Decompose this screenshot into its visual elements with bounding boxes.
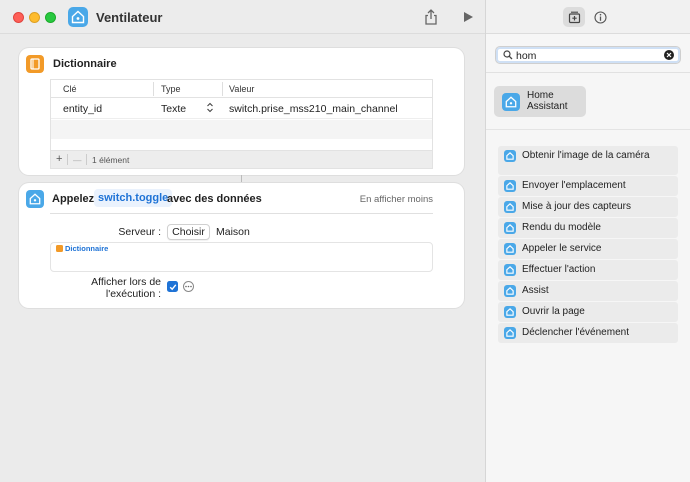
shortcuts-window: Ventilateur Dictionnaire Clé Type Valeur <box>0 0 690 482</box>
home-assistant-icon <box>504 150 516 162</box>
minimize-window-button[interactable] <box>29 12 40 23</box>
action-label: Rendu du modèle <box>522 222 601 233</box>
type-popup-chevron-icon[interactable] <box>206 102 214 116</box>
divider <box>486 129 690 130</box>
dictionary-variable-token[interactable]: Dictionnaire <box>56 244 108 253</box>
dictionary-mini-icon <box>56 245 63 252</box>
action-label: Envoyer l'emplacement <box>522 180 626 191</box>
app-label: Home Assistant <box>527 90 568 112</box>
dictionary-table: Clé Type Valeur entity_id Texte switch.p… <box>50 79 433 169</box>
show-when-run-label-line1: Afficher lors de <box>91 276 161 288</box>
footer-divider <box>86 154 87 165</box>
remove-row-button[interactable]: — <box>73 155 82 165</box>
home-assistant-icon <box>504 327 516 339</box>
more-options-icon[interactable] <box>183 281 194 292</box>
divider <box>50 213 433 214</box>
call-service-action-card[interactable]: Appelez switch.toggle avec des données E… <box>19 183 464 308</box>
dictionary-icon <box>26 55 44 73</box>
shortcut-title[interactable]: Ventilateur <box>96 10 162 25</box>
table-row[interactable]: entity_id Texte switch.prise_mss210_main… <box>51 99 432 119</box>
home-assistant-icon <box>26 190 44 208</box>
show-less-button[interactable]: En afficher moins <box>360 194 433 205</box>
show-when-run-label: Afficher lors de l'exécution : <box>69 276 161 300</box>
action-label: Appeler le service <box>522 243 602 254</box>
action-library-tab-icon[interactable] <box>563 7 585 27</box>
list-item[interactable]: Envoyer l'emplacement <box>498 176 678 196</box>
action-label: Assist <box>522 285 549 296</box>
search-input[interactable]: hom <box>516 50 536 62</box>
app-home-assistant[interactable]: Home Assistant <box>494 86 586 117</box>
add-row-button[interactable]: + <box>56 153 62 165</box>
call-prefix: Appelez <box>52 193 95 205</box>
footer-divider <box>67 154 68 165</box>
clear-search-icon[interactable] <box>664 50 674 60</box>
column-divider <box>222 82 223 96</box>
divider <box>486 72 690 73</box>
zoom-window-button[interactable] <box>45 12 56 23</box>
home-assistant-icon <box>504 264 516 276</box>
home-assistant-icon <box>504 180 516 192</box>
info-icon[interactable] <box>589 7 611 27</box>
action-list: Obtenir l'image de la caméra Envoyer l'e… <box>498 146 678 344</box>
show-when-run-label-line2: l'exécution : <box>105 288 161 300</box>
call-suffix: avec des données <box>167 193 262 205</box>
table-header: Clé Type Valeur <box>51 80 432 98</box>
server-label: Serveur : <box>118 226 161 238</box>
action-connector <box>241 175 242 183</box>
run-play-icon[interactable] <box>459 8 477 26</box>
list-item[interactable]: Appeler le service <box>498 239 678 259</box>
dictionary-variable-label: Dictionnaire <box>65 244 109 253</box>
column-header-value: Valeur <box>229 84 255 94</box>
action-label: Ouvrir la page <box>522 306 585 317</box>
list-item[interactable]: Mise à jour des capteurs <box>498 197 678 217</box>
service-token[interactable]: switch.toggle <box>94 189 173 207</box>
close-window-button[interactable] <box>13 12 24 23</box>
home-assistant-icon <box>504 306 516 318</box>
service-data-field[interactable]: Dictionnaire <box>50 242 433 272</box>
share-icon[interactable] <box>422 8 440 26</box>
search-icon <box>503 50 513 63</box>
dictionary-title: Dictionnaire <box>53 58 117 70</box>
action-label: Mise à jour des capteurs <box>522 201 631 212</box>
item-count: 1 élément <box>92 155 130 165</box>
list-item[interactable]: Assist <box>498 281 678 301</box>
show-when-run-checkbox[interactable] <box>167 281 178 292</box>
sidebar-toolbar <box>486 0 690 34</box>
column-header-key: Clé <box>63 84 77 94</box>
home-assistant-icon <box>504 201 516 213</box>
value-cell[interactable]: switch.prise_mss210_main_channel <box>229 103 398 115</box>
list-item[interactable]: Ouvrir la page <box>498 302 678 322</box>
action-search-field[interactable]: hom <box>495 46 681 64</box>
action-label: Effectuer l'action <box>522 264 596 275</box>
home-assistant-icon <box>502 93 520 111</box>
home-assistant-icon <box>504 243 516 255</box>
column-header-type: Type <box>161 84 181 94</box>
title-bar: Ventilateur <box>0 0 486 34</box>
dictionary-action-card[interactable]: Dictionnaire Clé Type Valeur entity_id T… <box>19 48 464 175</box>
list-item[interactable]: Rendu du modèle <box>498 218 678 238</box>
shortcut-editor: Dictionnaire Clé Type Valeur entity_id T… <box>0 35 485 482</box>
list-item[interactable]: Obtenir l'image de la caméra <box>498 146 678 175</box>
list-item[interactable]: Déclencher l'événement <box>498 323 678 343</box>
server-value[interactable]: Maison <box>216 226 250 238</box>
choose-server-button[interactable]: Choisir <box>167 224 210 240</box>
column-divider <box>153 82 154 96</box>
shortcut-icon[interactable] <box>68 7 88 27</box>
empty-table-row <box>51 120 432 139</box>
type-cell[interactable]: Texte <box>161 103 186 115</box>
home-assistant-icon <box>504 222 516 234</box>
home-assistant-icon <box>504 285 516 297</box>
table-footer: + — 1 élément <box>51 150 432 168</box>
action-label: Déclencher l'événement <box>522 327 629 338</box>
action-label: Obtenir l'image de la caméra <box>522 150 650 161</box>
list-item[interactable]: Effectuer l'action <box>498 260 678 280</box>
key-cell[interactable]: entity_id <box>63 103 102 115</box>
action-library-sidebar: hom Home Assistant Obtenir l'image de la… <box>485 0 690 482</box>
